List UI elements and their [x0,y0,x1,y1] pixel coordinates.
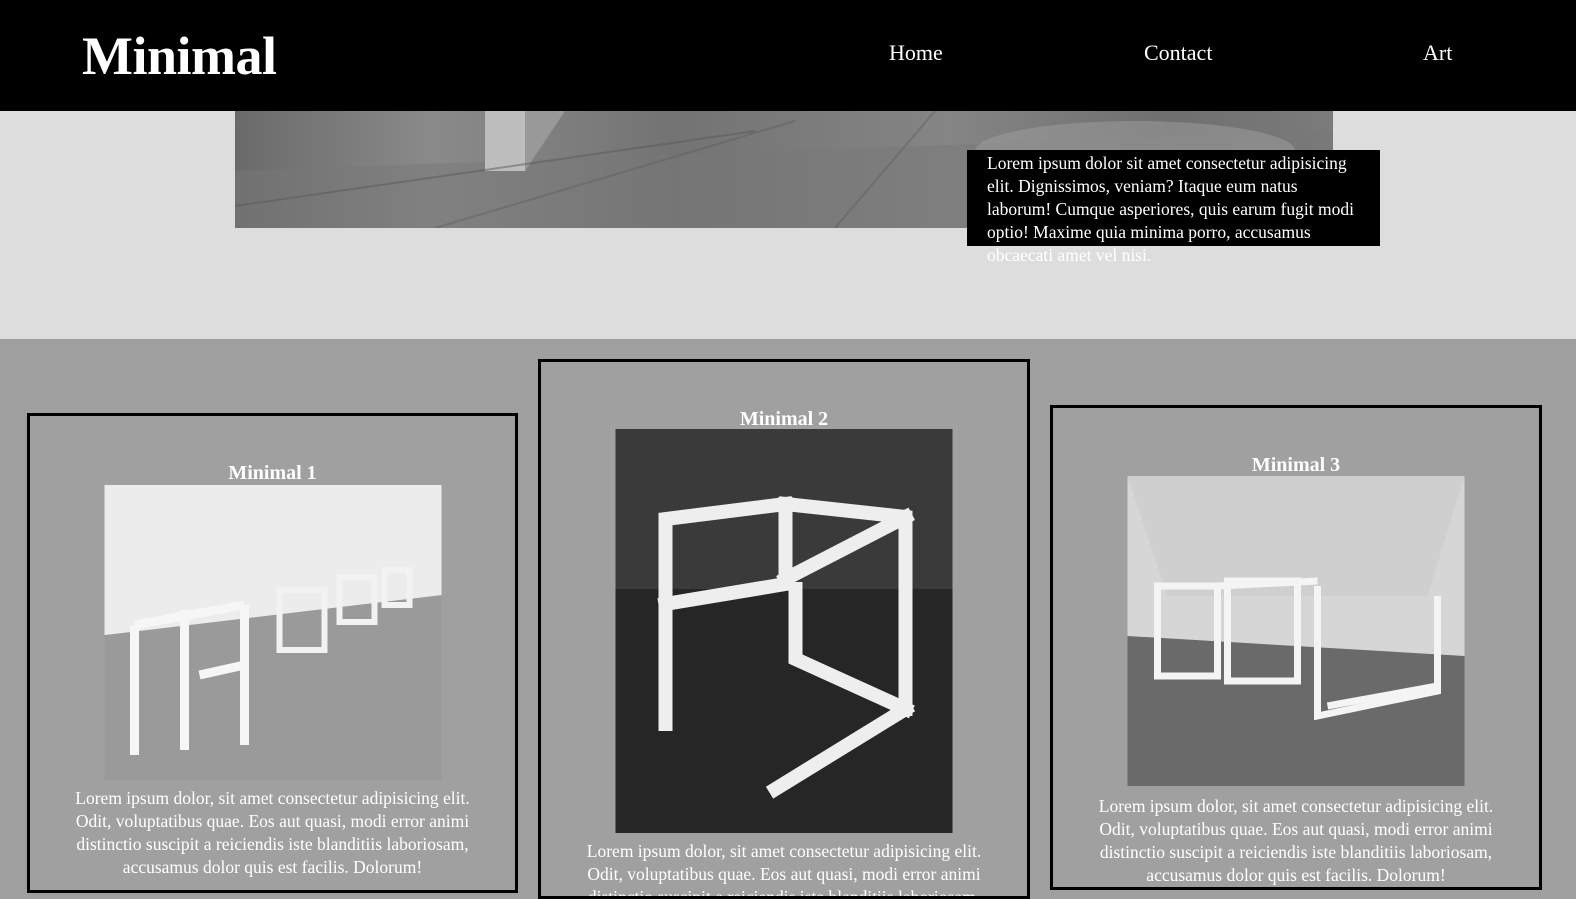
hero-caption: Lorem ipsum dolor sit amet consectetur a… [967,150,1380,265]
card-description: Lorem ipsum dolor, sit amet consectetur … [75,788,470,877]
nav-link-contact[interactable]: Contact [1144,40,1212,66]
site-logo[interactable]: Minimal [82,26,277,86]
card-image [615,429,953,833]
site-header: Minimal Home Contact Art [0,0,1576,111]
hero-section: Lorem ipsum dolor sit amet consectetur a… [0,111,1576,339]
art-card-1: Minimal 1 Lorem ipsum dolor, sit amet co… [27,413,518,893]
card-title: Minimal 2 [739,408,829,430]
card-description: Lorem ipsum dolor, sit amet consectetur … [1098,796,1494,885]
nav-link-art[interactable]: Art [1423,40,1452,66]
card-image [104,485,441,780]
card-title: Minimal 3 [1251,454,1341,476]
card-title: Minimal 1 [228,462,317,484]
nav-link-home[interactable]: Home [889,40,943,66]
art-card-2: Minimal 2 Lorem ipsum dolor, sit amet co… [538,359,1030,899]
card-description: Lorem ipsum dolor, sit amet consectetur … [586,841,982,899]
card-image [1127,476,1465,786]
art-card-3: Minimal 3 Lorem ipsum dolor, sit amet co… [1050,405,1542,890]
